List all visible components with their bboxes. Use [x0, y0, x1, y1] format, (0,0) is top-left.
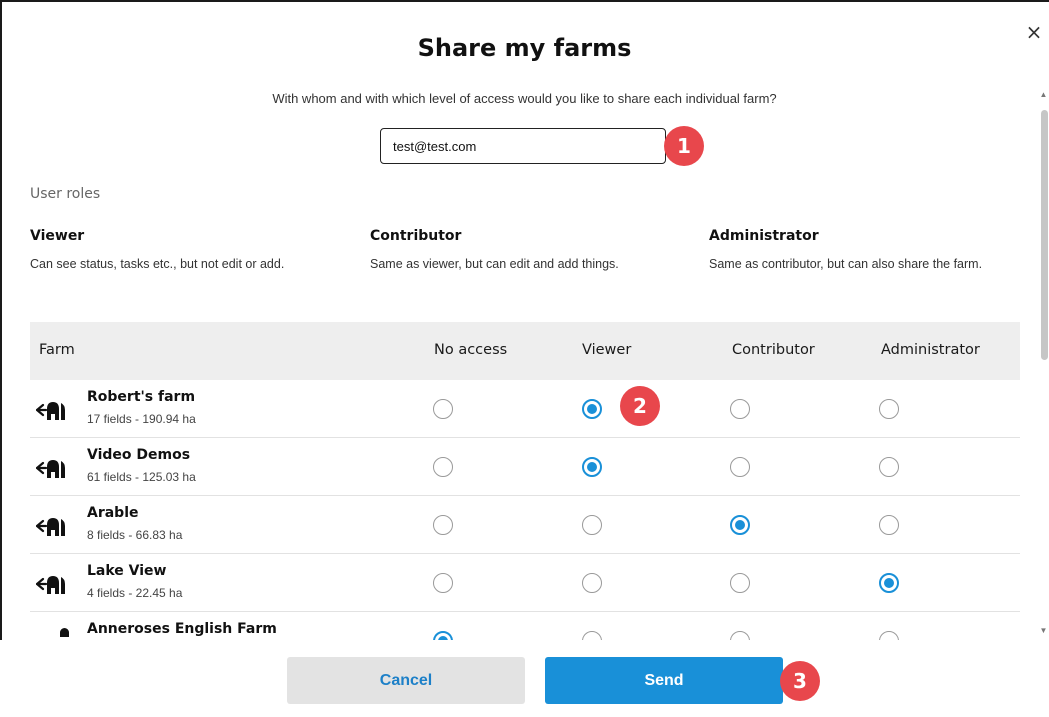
radio-administrator[interactable]	[879, 399, 899, 419]
radio-viewer[interactable]	[582, 573, 602, 593]
column-header-contributor: Contributor	[732, 342, 815, 358]
send-button[interactable]: Send	[545, 657, 783, 704]
table-row: Video Demos 61 fields - 125.03 ha	[30, 438, 1020, 496]
farm-meta: 4 fields - 22.45 ha	[87, 586, 183, 600]
radio-administrator[interactable]	[879, 573, 899, 593]
step-badge-3: 3	[780, 661, 820, 701]
step-badge-1: 1	[664, 126, 704, 166]
radio-no-access[interactable]	[433, 631, 453, 640]
cancel-button[interactable]: Cancel	[287, 657, 525, 704]
farm-access-table: Farm No access Viewer Contributor Admini…	[30, 322, 1020, 640]
farm-name: Video Demos	[87, 447, 191, 463]
radio-administrator[interactable]	[879, 631, 899, 640]
step-badge-2: 2	[620, 386, 660, 426]
close-icon[interactable]: ×	[1024, 22, 1044, 42]
table-row: Arable 8 fields - 66.83 ha	[30, 496, 1020, 554]
farm-name: Robert's farm	[87, 389, 196, 405]
radio-no-access[interactable]	[433, 515, 453, 535]
farm-share-icon	[36, 518, 65, 536]
farm-share-icon	[36, 402, 65, 420]
radio-viewer[interactable]	[582, 631, 602, 640]
table-row: Robert's farm 17 fields - 190.94 ha	[30, 380, 1020, 438]
farm-share-icon	[36, 460, 65, 478]
farm-name: Lake View	[87, 563, 167, 579]
radio-contributor[interactable]	[730, 631, 750, 640]
radio-viewer[interactable]	[582, 515, 602, 535]
role-description: Can see status, tasks etc., but not edit…	[30, 257, 285, 271]
email-input[interactable]	[380, 128, 666, 164]
dialog-footer: Cancel Send 3	[0, 640, 1049, 717]
dialog-title: Share my farms	[417, 34, 632, 62]
farm-icon	[60, 628, 69, 637]
farm-name: Arable	[87, 505, 139, 521]
radio-no-access[interactable]	[433, 573, 453, 593]
table-row: Anneroses English Farm	[30, 612, 1020, 640]
user-roles-heading: User roles	[30, 186, 101, 202]
radio-contributor[interactable]	[730, 457, 750, 477]
column-header-viewer: Viewer	[582, 342, 632, 358]
role-name: Contributor	[370, 228, 462, 244]
role-description: Same as contributor, but can also share …	[709, 257, 983, 271]
role-name: Administrator	[709, 228, 819, 244]
scroll-thumb[interactable]	[1041, 110, 1048, 360]
role-viewer: Viewer Can see status, tasks etc., but n…	[30, 228, 330, 272]
scroll-down-icon[interactable]: ▼	[1038, 624, 1049, 638]
dialog-content: Share my farms With whom and with which …	[0, 0, 1049, 640]
farm-share-icon	[36, 576, 65, 594]
radio-contributor[interactable]	[730, 515, 750, 535]
farm-meta: 61 fields - 125.03 ha	[87, 470, 196, 484]
radio-no-access[interactable]	[433, 399, 453, 419]
table-header: Farm No access Viewer Contributor Admini…	[30, 322, 1020, 380]
radio-viewer[interactable]	[582, 457, 602, 477]
radio-administrator[interactable]	[879, 457, 899, 477]
column-header-administrator: Administrator	[881, 342, 980, 358]
radio-no-access[interactable]	[433, 457, 453, 477]
table-body: Robert's farm 17 fields - 190.94 ha Video …	[30, 380, 1020, 640]
role-name: Viewer	[30, 228, 85, 244]
role-description: Same as viewer, but can edit and add thi…	[370, 257, 619, 271]
farm-meta: 8 fields - 66.83 ha	[87, 528, 183, 542]
radio-viewer[interactable]	[582, 399, 602, 419]
role-administrator: Administrator Same as contributor, but c…	[709, 228, 999, 272]
radio-contributor[interactable]	[730, 399, 750, 419]
column-header-farm: Farm	[39, 342, 75, 358]
table-row: Lake View 4 fields - 22.45 ha	[30, 554, 1020, 612]
farm-meta: 17 fields - 190.94 ha	[87, 412, 196, 426]
radio-contributor[interactable]	[730, 573, 750, 593]
column-header-no-access: No access	[434, 342, 508, 358]
role-contributor: Contributor Same as viewer, but can edit…	[370, 228, 670, 272]
scrollbar[interactable]: ▲ ▼	[1038, 88, 1049, 638]
scroll-up-icon[interactable]: ▲	[1038, 88, 1049, 102]
radio-administrator[interactable]	[879, 515, 899, 535]
dialog-subtitle: With whom and with which level of access…	[272, 91, 777, 106]
farm-name: Anneroses English Farm	[87, 621, 277, 637]
